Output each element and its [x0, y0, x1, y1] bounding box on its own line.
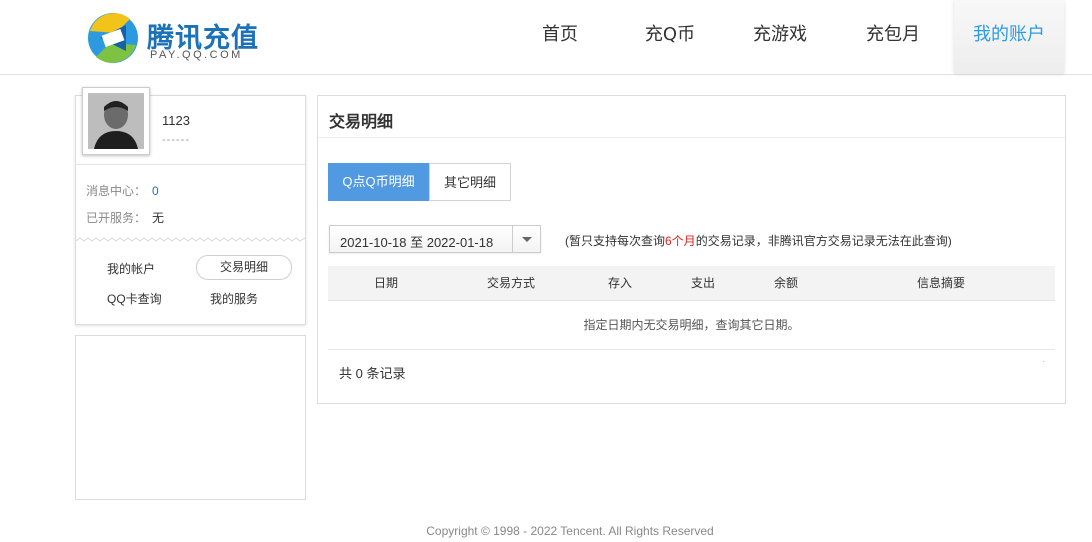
notice-text-before: (暂只支持每次查询: [565, 234, 665, 248]
column-header-balance: 余额: [773, 276, 798, 290]
logo-subtitle: PAY.QQ.COM: [150, 49, 243, 61]
column-header-expense: 支出: [690, 276, 715, 290]
link-my-services[interactable]: 我的服务: [210, 290, 258, 307]
link-qq-card-query[interactable]: QQ卡查询: [107, 290, 162, 307]
chevron-down-icon[interactable]: [512, 226, 540, 252]
tencent-pay-logo[interactable]: 腾讯充值 PAY.QQ.COM: [86, 10, 286, 66]
date-range-value: 2021-10-18 至 2022-01-18: [340, 235, 494, 250]
date-range-select[interactable]: 2021-10-18 至 2022-01-18: [329, 225, 541, 253]
nav-my-account[interactable]: 我的账户: [954, 0, 1064, 74]
table-header: 日期 交易方式 存入 支出 余额 信息摘要: [328, 266, 1055, 301]
services-value: 无: [152, 211, 165, 225]
tab-qpoint-qb-details[interactable]: Q点Q币明细: [328, 163, 429, 201]
link-transactions[interactable]: 交易明细: [196, 255, 292, 280]
messages-label: 消息中心：: [86, 184, 147, 198]
divider: [318, 137, 1065, 138]
panel-title: 交易明细: [329, 114, 394, 131]
pager-dot: ·: [1042, 356, 1046, 367]
zigzag-divider: [76, 237, 305, 242]
avatar-photo: [88, 93, 144, 149]
services-row: 已开服务： 无: [86, 209, 164, 226]
logo-icon: [88, 13, 138, 63]
transactions-panel: 交易明细 Q点Q币明细 其它明细 2021-10-18 至 2022-01-18…: [317, 95, 1066, 404]
user-subtitle: ------: [162, 134, 190, 146]
query-notice: (暂只支持每次查询6个月的交易记录，非腾讯官方交易记录无法在此查询): [565, 232, 952, 249]
column-header-summary: 信息摘要: [916, 276, 965, 290]
nav-recharge-games[interactable]: 充游戏: [725, 0, 835, 74]
nav-recharge-qb[interactable]: 充Q币: [615, 0, 725, 74]
tab-other-details[interactable]: 其它明细: [429, 163, 511, 201]
notice-text-after: 的交易记录，非腾讯官方交易记录无法在此查询): [695, 234, 952, 248]
nav-home[interactable]: 首页: [505, 0, 615, 74]
messages-row: 消息中心： 0: [86, 182, 159, 199]
avatar-frame[interactable]: [82, 87, 150, 155]
notice-highlight: 6个月: [665, 234, 696, 248]
avatar: [88, 93, 144, 149]
footer-copyright: Copyright © 1998 - 2022 Tencent. All Rig…: [426, 524, 714, 538]
column-header-date: 日期: [373, 276, 398, 290]
empty-table-message: 指定日期内无交易明细，查询其它日期。: [328, 301, 1055, 350]
column-header-deposit: 存入: [607, 276, 632, 290]
messages-count[interactable]: 0: [152, 184, 159, 198]
record-count: 共 0 条记录: [339, 366, 406, 381]
divider: [76, 164, 305, 165]
username: 1123: [162, 113, 190, 128]
column-header-method: 交易方式: [486, 276, 535, 290]
site-header: 腾讯充值 PAY.QQ.COM 首页 充Q币 充游戏 充包月 我的账户: [0, 0, 1092, 75]
nav-recharge-monthly[interactable]: 充包月: [835, 0, 951, 74]
user-card: 1123 ------ 消息中心： 0 已开服务： 无 我的帐户 交易明细 QQ卡查…: [75, 87, 306, 325]
link-my-account[interactable]: 我的帐户: [107, 260, 155, 277]
services-label: 已开服务：: [86, 211, 147, 225]
ad-box: [75, 335, 306, 500]
